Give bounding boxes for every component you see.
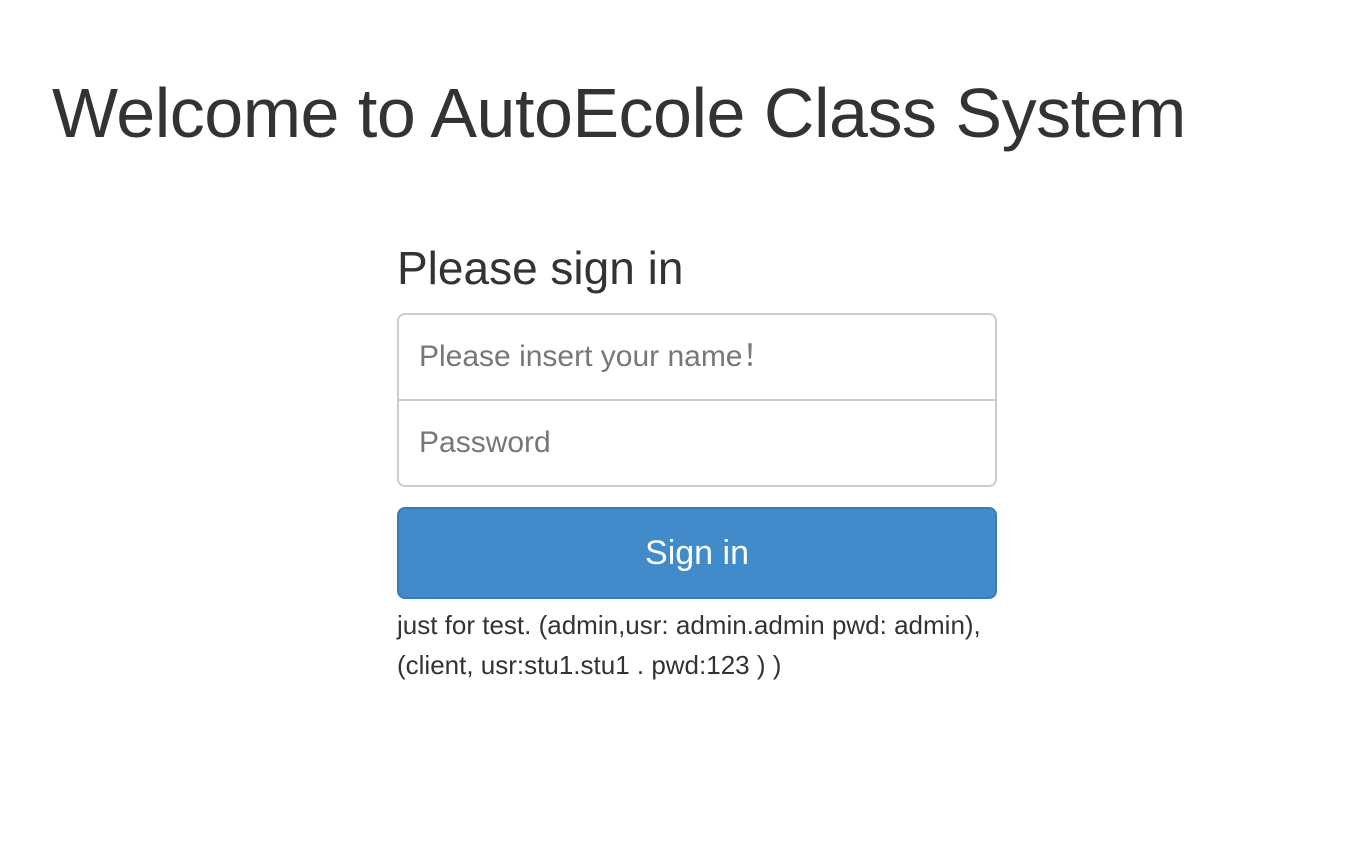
password-input[interactable] <box>397 399 997 487</box>
page-title: Welcome to AutoEcole Class System <box>52 74 1186 152</box>
credentials-group <box>397 313 997 487</box>
signin-form: Please sign in Sign in just for test. (a… <box>397 238 997 685</box>
signin-heading: Please sign in <box>397 242 684 294</box>
name-input[interactable] <box>397 313 997 401</box>
signin-button[interactable]: Sign in <box>397 507 997 599</box>
test-credentials-note: just for test. (admin,usr: admin.admin p… <box>397 610 981 680</box>
